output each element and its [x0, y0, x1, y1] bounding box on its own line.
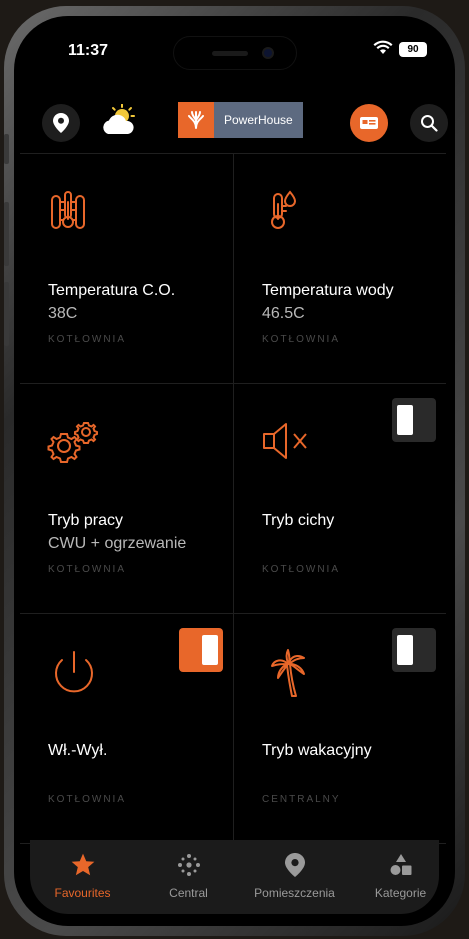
gears-icon — [46, 416, 102, 468]
tile-room: CENTRALNY — [262, 794, 341, 805]
speaker-mute-icon — [260, 416, 316, 468]
power-icon — [46, 646, 102, 706]
tile-value: CWU + ogrzewanie — [48, 535, 187, 552]
tile-room: KOTŁOWNIA — [262, 564, 341, 575]
nav-kategorie[interactable]: Kategorie — [348, 840, 449, 914]
status-time: 11:37 — [68, 42, 109, 59]
tile-wl-wyl[interactable]: Wł.-Wył. KOTŁOWNIA — [20, 613, 233, 843]
battery-indicator: 90 — [399, 42, 427, 57]
tile-room: KOTŁOWNIA — [48, 794, 127, 805]
nav-pomieszczenia[interactable]: Pomieszczenia — [242, 840, 347, 914]
status-bar: 11:37 90 — [20, 22, 449, 82]
volume-down-button — [4, 282, 9, 346]
star-icon — [70, 852, 96, 878]
tile-name: Tryb pracy — [48, 512, 123, 529]
toggle-knob — [202, 635, 218, 665]
tile-temperatura-wody[interactable]: Temperatura wody 46.5C KOTŁOWNIA — [233, 153, 446, 383]
mute-switch — [4, 134, 9, 164]
location-pin-icon — [284, 852, 305, 878]
wifi-icon — [373, 40, 393, 59]
tile-name: Wł.-Wył. — [48, 742, 108, 759]
location-button[interactable] — [42, 104, 80, 142]
tile-room: KOTŁOWNIA — [48, 334, 127, 345]
phone-frame: 11:37 90 PowerHouse Temperatura C.O. 38C… — [4, 6, 465, 936]
quiet-mode-toggle[interactable] — [392, 398, 436, 442]
search-icon — [421, 115, 438, 132]
tile-tryb-cichy[interactable]: Tryb cichy KOTŁOWNIA — [233, 383, 446, 613]
volume-up-button — [4, 202, 9, 266]
tile-value: 46.5C — [262, 305, 305, 322]
app-header: PowerHouse — [20, 94, 449, 150]
nav-label: Pomieszczenia — [254, 886, 335, 900]
nav-label: Favourites — [54, 886, 111, 900]
location-pin-icon — [53, 113, 69, 133]
tile-name: Temperatura wody — [262, 282, 394, 299]
tile-name: Tryb cichy — [262, 512, 335, 529]
power-toggle[interactable] — [179, 628, 223, 672]
app-screen: 11:37 90 PowerHouse Temperatura C.O. 38C… — [20, 22, 449, 920]
tile-name: Temperatura C.O. — [48, 282, 176, 299]
palm-tree-icon — [260, 646, 316, 706]
front-camera — [261, 47, 274, 59]
search-button[interactable] — [410, 104, 448, 142]
toggle-knob — [397, 405, 413, 435]
tile-room: KOTŁOWNIA — [48, 564, 127, 575]
shapes-icon — [389, 852, 413, 878]
camera-view-button[interactable] — [350, 104, 388, 142]
tile-room: KOTŁOWNIA — [262, 334, 341, 345]
tile-tryb-pracy[interactable]: Tryb pracy CWU + ogrzewanie KOTŁOWNIA — [20, 383, 233, 613]
tile-temperatura-co[interactable]: Temperatura C.O. 38C KOTŁOWNIA — [20, 153, 233, 383]
radiator-thermometer-icon — [46, 186, 94, 238]
brand-logo: PowerHouse — [178, 102, 303, 138]
weather-icon[interactable] — [100, 103, 140, 142]
phone-bezel: 11:37 90 PowerHouse Temperatura C.O. 38C… — [14, 16, 455, 926]
water-thermometer-icon — [260, 186, 308, 238]
nav-label: Kategorie — [374, 886, 427, 900]
brand-name: PowerHouse — [214, 102, 303, 138]
nav-label: Central — [169, 886, 208, 900]
toggle-knob — [397, 635, 413, 665]
nav-central[interactable]: Central — [136, 840, 241, 914]
tile-tryb-wakacyjny[interactable]: Tryb wakacyjny CENTRALNY — [233, 613, 446, 843]
brand-mark-icon — [178, 102, 214, 138]
dots-grid-icon — [176, 852, 202, 878]
bottom-nav: Favourites Central Pomieszczenia Kategor… — [30, 840, 439, 914]
tile-name: Tryb wakacyjny — [262, 742, 372, 759]
dynamic-island — [172, 36, 297, 70]
speaker-grille — [211, 51, 248, 56]
tile-value: 38C — [48, 305, 78, 322]
camera-panel-icon — [360, 117, 378, 129]
vacation-mode-toggle[interactable] — [392, 628, 436, 672]
nav-favourites[interactable]: Favourites — [30, 840, 135, 914]
